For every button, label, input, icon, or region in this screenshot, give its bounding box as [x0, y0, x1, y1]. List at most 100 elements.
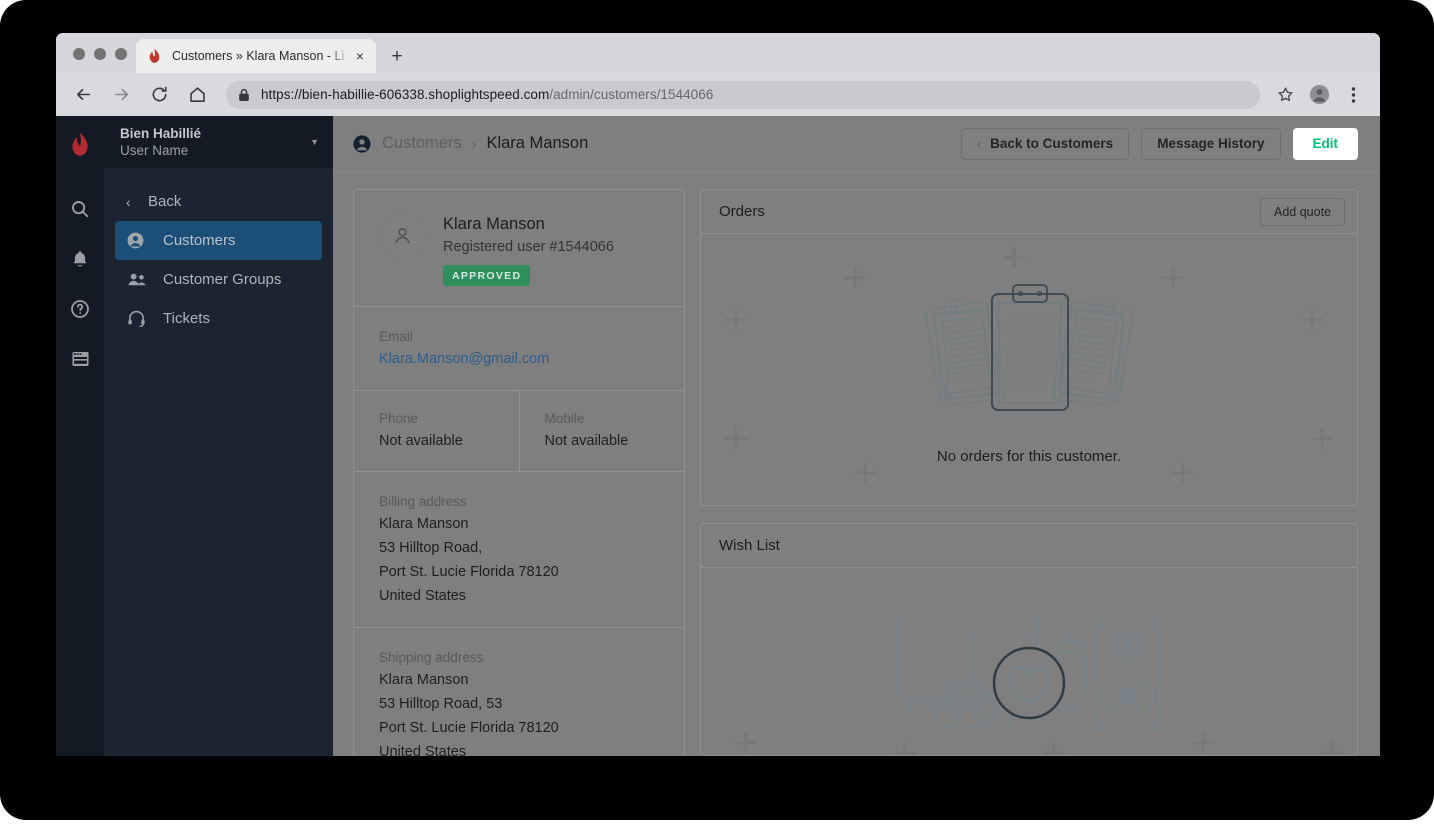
profile-avatar-icon[interactable] — [1304, 80, 1334, 110]
lock-icon — [239, 88, 249, 101]
page-title: Klara Manson — [486, 134, 589, 152]
lightspeed-flame-icon — [149, 48, 160, 63]
user-circle-icon — [127, 232, 151, 249]
forward-arrow-icon[interactable] — [106, 80, 136, 110]
wishlist-title: Wish List — [719, 537, 780, 554]
phone-value: Not available — [379, 433, 463, 449]
help-circle-icon[interactable] — [69, 298, 91, 320]
add-quote-button[interactable]: Add quote — [1260, 197, 1345, 226]
sidebar-item-label: Customers — [163, 232, 236, 249]
mobile-field: Mobile Not available — [518, 391, 685, 471]
email-label: Email — [379, 329, 413, 344]
reload-icon[interactable] — [144, 80, 174, 110]
message-history-label: Message History — [1157, 136, 1265, 151]
customer-subtitle: Registered user #1544066 — [443, 239, 614, 255]
new-tab-button[interactable]: + — [386, 45, 408, 67]
sidebar-item-customer-groups[interactable]: Customer Groups — [115, 260, 322, 299]
users-group-icon — [127, 272, 151, 287]
chevron-left-icon: ‹ — [976, 136, 982, 151]
window-minimize-button[interactable] — [94, 48, 106, 60]
billing-address-line: Port St. Lucie Florida 78120 — [379, 564, 559, 580]
icon-rail — [56, 116, 104, 756]
shipping-address-line: Port St. Lucie Florida 78120 — [379, 720, 559, 736]
user-circle-icon — [353, 134, 371, 153]
page-header: Customers › Klara Manson ‹ Back to Custo… — [333, 116, 1380, 172]
orders-panel: Orders Add quote No orders for this cust… — [700, 189, 1358, 506]
panels-column: Orders Add quote No orders for this cust… — [700, 189, 1358, 756]
clipboards-illustration — [924, 284, 1134, 411]
back-arrow-icon[interactable] — [68, 80, 98, 110]
customer-name: Klara Manson — [443, 215, 545, 233]
mobile-value: Not available — [544, 433, 629, 449]
browser-tab[interactable]: Customers » Klara Manson - Li × — [136, 39, 376, 73]
window-close-button[interactable] — [73, 48, 85, 60]
three-dot-menu-icon[interactable] — [1338, 80, 1368, 110]
edit-button[interactable]: Edit — [1292, 127, 1358, 160]
customer-identity-section: Klara Manson Registered user #1544066 AP… — [354, 190, 684, 307]
billing-address-label: Billing address — [379, 494, 467, 509]
breadcrumb-separator: › — [471, 135, 477, 152]
page-header-actions: ‹ Back to Customers Message History Edit — [960, 127, 1358, 160]
billing-address-line: 53 Hilltop Road, — [379, 540, 483, 556]
products-heart-illustration — [896, 614, 1160, 730]
wishlist-panel-header: Wish List — [701, 524, 1357, 568]
headset-icon — [127, 310, 151, 327]
back-to-customers-button[interactable]: ‹ Back to Customers — [960, 127, 1130, 160]
user-name: User Name — [120, 143, 189, 158]
edit-label: Edit — [1312, 136, 1339, 151]
home-icon[interactable] — [182, 80, 212, 110]
browser-window-icon[interactable] — [69, 348, 91, 370]
address-bar-url: https://bien-habillie-606338.shoplightsp… — [261, 87, 714, 102]
wishlist-empty-state — [701, 568, 1357, 755]
address-bar[interactable]: https://bien-habillie-606338.shoplightsp… — [226, 80, 1260, 109]
browser-tab-title: Customers » Klara Manson - Li — [172, 49, 345, 63]
orders-title: Orders — [719, 203, 765, 220]
search-icon[interactable] — [69, 198, 91, 220]
phone-field: Phone Not available — [354, 391, 519, 471]
billing-address-section: Billing address Klara Manson 53 Hilltop … — [354, 472, 684, 628]
orders-empty-state: No orders for this customer. — [701, 234, 1357, 505]
person-avatar-icon — [379, 212, 426, 259]
phone-label: Phone — [379, 411, 419, 426]
sidebar-nav: Bien Habillié User Name ▼ ‹ Back Custome… — [104, 116, 333, 756]
chevron-down-icon: ▼ — [310, 137, 319, 147]
orders-panel-header: Orders Add quote — [701, 190, 1357, 234]
application-viewport: Bien Habillié User Name ▼ ‹ Back Custome… — [56, 116, 1380, 756]
customer-card: Klara Manson Registered user #1544066 AP… — [353, 189, 685, 756]
shipping-address-line: 53 Hilltop Road, 53 — [379, 696, 503, 712]
browser-tab-strip: Customers » Klara Manson - Li × + — [56, 33, 1380, 73]
orders-empty-text: No orders for this customer. — [936, 448, 1122, 465]
customer-summary-column: Klara Manson Registered user #1544066 AP… — [353, 189, 685, 756]
sidebar-item-tickets[interactable]: Tickets — [115, 299, 322, 338]
shop-switcher[interactable]: Bien Habillié User Name ▼ — [104, 116, 333, 168]
sidebar-item-customers[interactable]: Customers — [115, 221, 322, 260]
bell-icon[interactable] — [69, 248, 91, 270]
star-icon[interactable] — [1270, 80, 1300, 110]
shipping-address-section: Shipping address Klara Manson 53 Hilltop… — [354, 628, 684, 756]
tab-close-icon[interactable]: × — [352, 48, 368, 64]
status-badge: APPROVED — [443, 265, 531, 286]
browser-window: Customers » Klara Manson - Li × + https:… — [56, 33, 1380, 756]
window-frame: Customers » Klara Manson - Li × + https:… — [0, 0, 1434, 820]
sidebar-back-button[interactable]: ‹ Back — [115, 182, 322, 221]
mobile-label: Mobile — [544, 411, 585, 426]
back-to-customers-label: Back to Customers — [990, 136, 1114, 151]
content-area: Klara Manson Registered user #1544066 AP… — [333, 172, 1380, 756]
email-section: Email Klara.Manson@gmail.com — [354, 307, 684, 391]
main-content: Customers › Klara Manson ‹ Back to Custo… — [333, 116, 1380, 756]
email-value[interactable]: Klara.Manson@gmail.com — [379, 347, 659, 371]
shipping-address-line: Klara Manson — [379, 672, 469, 688]
message-history-button[interactable]: Message History — [1141, 127, 1281, 160]
shipping-address-line: United States — [379, 744, 467, 756]
lightspeed-flame-logo[interactable] — [69, 132, 91, 158]
chevron-left-icon: ‹ — [126, 193, 131, 210]
add-quote-label: Add quote — [1274, 204, 1331, 219]
shipping-address-label: Shipping address — [379, 650, 484, 665]
wishlist-panel: Wish List — [700, 523, 1358, 756]
window-maximize-button[interactable] — [115, 48, 127, 60]
breadcrumb-parent[interactable]: Customers — [382, 134, 462, 153]
phone-section: Phone Not available Mobile Not available — [354, 391, 684, 472]
billing-address-line: Klara Manson — [379, 516, 469, 532]
shop-name: Bien Habillié — [120, 126, 202, 141]
sidebar-back-label: Back — [148, 193, 182, 210]
